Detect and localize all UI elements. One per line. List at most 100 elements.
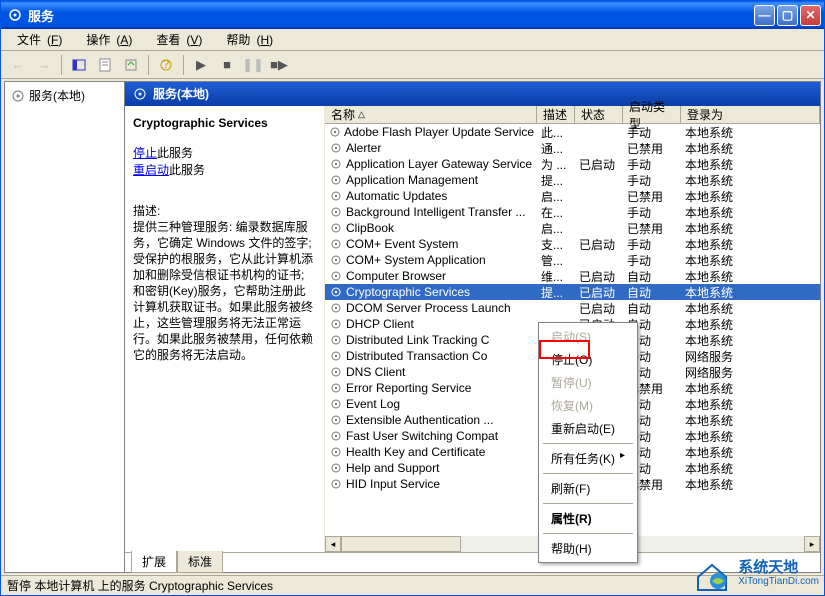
- main-body: Cryptographic Services 停止此服务 重启动此服务 描述: …: [125, 106, 820, 552]
- gear-icon: [329, 221, 343, 235]
- menu-file[interactable]: 文件(F): [5, 29, 68, 50]
- table-row[interactable]: ClipBook启...已禁用本地系统: [325, 220, 820, 236]
- separator: [543, 533, 633, 534]
- gear-icon: [329, 205, 343, 219]
- start-service-button[interactable]: ▶: [190, 54, 212, 76]
- gear-icon: [329, 397, 343, 411]
- gear-icon: [329, 173, 343, 187]
- scroll-right-button[interactable]: ▸: [804, 536, 820, 552]
- gear-icon: [329, 269, 343, 283]
- table-row[interactable]: Application Layer Gateway Service为 ...已启…: [325, 156, 820, 172]
- table-row[interactable]: Background Intelligent Transfer ...在...手…: [325, 204, 820, 220]
- tree-root[interactable]: 服务(本地): [9, 86, 120, 105]
- col-logon[interactable]: 登录为: [681, 106, 820, 123]
- table-row[interactable]: Application Management提...手动本地系统: [325, 172, 820, 188]
- ctx-stop[interactable]: 停止(O): [541, 348, 635, 371]
- main-header: 服务(本地): [125, 82, 820, 106]
- house-icon: [692, 557, 732, 593]
- app-icon: [7, 7, 23, 23]
- gear-icon: [329, 285, 343, 299]
- services-window: 服务 — ▢ ✕ 文件(F) 操作(A) 查看(V) 帮助(H) ← → ? ▶…: [0, 0, 825, 596]
- watermark-url: XiTongTianDi.com: [738, 575, 819, 589]
- stop-service-button[interactable]: ■: [216, 54, 238, 76]
- gear-icon: [11, 89, 25, 103]
- gear-icon: [329, 445, 343, 459]
- scroll-left-button[interactable]: ◂: [325, 536, 341, 552]
- menu-view[interactable]: 查看(V): [144, 29, 208, 50]
- gear-icon: [329, 349, 343, 363]
- table-row[interactable]: DCOM Server Process Launch已启动自动本地系统: [325, 300, 820, 316]
- restart-link-row: 重启动此服务: [133, 161, 316, 178]
- table-row[interactable]: Automatic Updates启...已禁用本地系统: [325, 188, 820, 204]
- restart-service-button[interactable]: ■▶: [268, 54, 290, 76]
- properties-button[interactable]: [94, 54, 116, 76]
- ctx-properties[interactable]: 属性(R): [541, 507, 635, 530]
- gear-icon: [329, 237, 343, 251]
- close-button[interactable]: ✕: [800, 5, 821, 26]
- stop-service-link[interactable]: 停止: [133, 146, 157, 160]
- ctx-pause: 暂停(U): [541, 371, 635, 394]
- ctx-start: 启动(S): [541, 325, 635, 348]
- ctx-help[interactable]: 帮助(H): [541, 537, 635, 560]
- stop-link-row: 停止此服务: [133, 144, 316, 161]
- scroll-thumb[interactable]: [341, 536, 461, 552]
- back-button: ←: [7, 54, 29, 76]
- gear-icon: [329, 429, 343, 443]
- watermark: 系统天地 XiTongTianDi.com: [692, 557, 819, 593]
- gear-icon: [329, 141, 343, 155]
- tab-standard[interactable]: 标准: [177, 551, 223, 573]
- help-button[interactable]: ?: [155, 54, 177, 76]
- gear-icon: [329, 157, 343, 171]
- table-row[interactable]: COM+ Event System支...已启动手动本地系统: [325, 236, 820, 252]
- tab-extended[interactable]: 扩展: [131, 551, 177, 573]
- minimize-button[interactable]: —: [754, 5, 775, 26]
- menubar: 文件(F) 操作(A) 查看(V) 帮助(H): [1, 29, 824, 51]
- gear-icon: [329, 301, 343, 315]
- col-state[interactable]: 状态: [575, 106, 623, 123]
- gear-icon: [329, 477, 343, 491]
- list-header[interactable]: 名称 △ 描述 状态 启动类型 登录为: [325, 106, 820, 124]
- main-pane: 服务(本地) Cryptographic Services 停止此服务 重启动此…: [125, 82, 820, 572]
- table-row[interactable]: Adobe Flash Player Update Service此...手动本…: [325, 124, 820, 140]
- gear-icon: [329, 189, 343, 203]
- col-description[interactable]: 描述: [537, 106, 575, 123]
- gear-icon: [329, 333, 343, 347]
- separator: [543, 443, 633, 444]
- tree-pane[interactable]: 服务(本地): [5, 82, 125, 572]
- main-header-title: 服务(本地): [153, 85, 209, 102]
- menu-help[interactable]: 帮助(H): [214, 29, 279, 50]
- ctx-all-tasks[interactable]: 所有任务(K): [541, 447, 635, 470]
- tree-root-label: 服务(本地): [29, 87, 85, 104]
- gear-icon: [329, 253, 343, 267]
- window-title: 服务: [28, 6, 754, 25]
- table-row[interactable]: Cryptographic Services提...已启动自动本地系统: [325, 284, 820, 300]
- export-button[interactable]: [120, 54, 142, 76]
- col-name[interactable]: 名称 △: [325, 106, 537, 123]
- ctx-refresh[interactable]: 刷新(F): [541, 477, 635, 500]
- description-text: 提供三种管理服务: 编录数据库服务，它确定 Windows 文件的签字; 受保护…: [133, 219, 316, 363]
- svg-text:?: ?: [163, 58, 170, 71]
- table-row[interactable]: Alerter通...已禁用本地系统: [325, 140, 820, 156]
- gear-icon: [329, 381, 343, 395]
- maximize-button[interactable]: ▢: [777, 5, 798, 26]
- ctx-resume: 恢复(M): [541, 394, 635, 417]
- gear-icon: [329, 317, 343, 331]
- separator: [148, 55, 149, 75]
- status-text: 暂停 本地计算机 上的服务 Cryptographic Services: [7, 577, 273, 594]
- gear-icon: [329, 125, 341, 139]
- table-row[interactable]: COM+ System Application管...手动本地系统: [325, 252, 820, 268]
- separator: [543, 503, 633, 504]
- show-hide-tree-button[interactable]: [68, 54, 90, 76]
- watermark-title: 系统天地: [738, 561, 819, 575]
- titlebar[interactable]: 服务 — ▢ ✕: [1, 1, 824, 29]
- gear-icon: [329, 413, 343, 427]
- col-startup[interactable]: 启动类型: [623, 106, 681, 123]
- context-menu[interactable]: 启动(S) 停止(O) 暂停(U) 恢复(M) 重新启动(E) 所有任务(K) …: [538, 322, 638, 563]
- gear-icon: [133, 87, 147, 101]
- restart-service-link[interactable]: 重启动: [133, 163, 169, 177]
- menu-action[interactable]: 操作(A): [74, 29, 138, 50]
- detail-pane: Cryptographic Services 停止此服务 重启动此服务 描述: …: [125, 106, 325, 552]
- table-row[interactable]: Computer Browser维...已启动自动本地系统: [325, 268, 820, 284]
- selected-service-name: Cryptographic Services: [133, 116, 316, 130]
- ctx-restart[interactable]: 重新启动(E): [541, 417, 635, 440]
